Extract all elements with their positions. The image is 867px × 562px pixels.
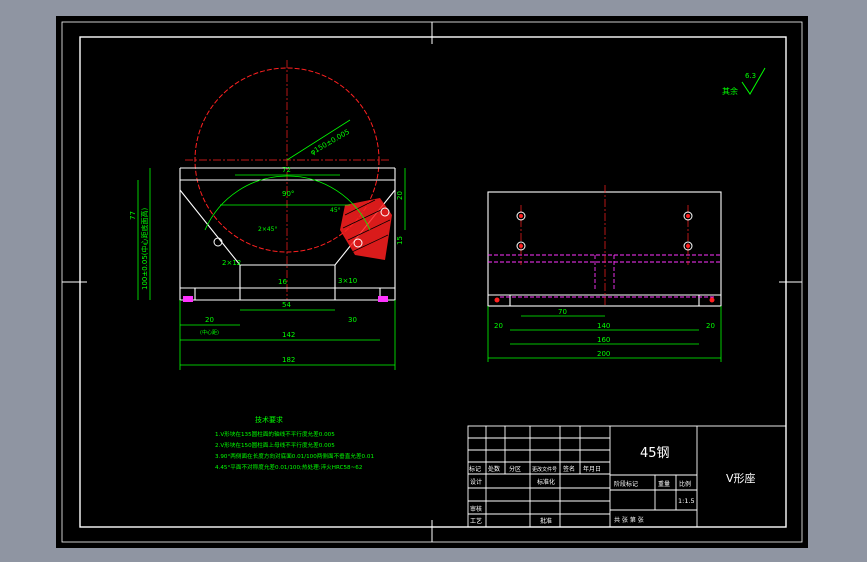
label-mass: 重量 [658,480,670,488]
rev-header-docno: 更改文件号 [532,466,557,473]
dim-30: 30 [348,316,357,324]
dim-inner-width: 142 [282,331,295,339]
dim-3x10: 3×10 [338,277,357,285]
part-name: V形座 [726,471,756,485]
dim-overall-width: 182 [282,356,295,364]
rev-header-zone: 分区 [509,465,521,473]
drawing-sheet [56,16,808,548]
side-dim-left: 20 [494,322,503,330]
rev-header-count: 处数 [488,465,500,473]
dim-height-77: 77 [129,211,137,220]
dim-20-bottom: 20 [205,316,214,324]
label-stage: 阶段标记 [614,480,638,488]
tech-title: 技术要求 [255,415,283,424]
tech-item-1: 1.V形块在135圆柱面的轴线不平行度允差0.005 [215,430,335,438]
label-review: 审核 [470,505,482,513]
side-dim-overall: 200 [597,350,610,358]
label-standard: 标准化 [537,478,555,486]
dim-2x12: 2×12 [222,259,241,267]
label-approve: 批准 [540,517,552,525]
roughness-label: 其余 [722,86,738,96]
dim-20: 20 [396,191,404,200]
tech-item-4: 4.45°平面不对称度允差0.01/100;热处理:淬火HRC58~62 [215,463,362,471]
dim-chamfer: 45° [330,207,341,214]
label-design: 设计 [470,478,482,486]
side-dim-offset: 70 [558,308,567,316]
dim-54: 54 [282,301,291,309]
material-name: 45钢 [640,446,670,461]
dim-radius: 2×45° [258,226,277,233]
label-scale: 比例 [679,480,691,488]
side-dim-right: 20 [706,322,715,330]
dim-top-width: 72 [282,166,291,174]
scale-value: 1:1.5 [678,497,695,505]
dim-angle-90: 90° [282,190,294,198]
dim-height-100: 100±0.05(中心距底面高) [140,207,149,290]
rev-header-sign: 签名 [563,465,575,473]
tech-item-2: 2.V形块在150圆柱面上母线不平行度允差0.005 [215,441,335,449]
label-process: 工艺 [470,517,482,525]
dim-center-note: (中心距) [200,329,219,336]
dim-16: 16 [278,278,287,286]
side-dim-mid: 140 [597,322,610,330]
cad-drawing-canvas[interactable]: 182 142 72 100±0.05(中心距底面高) 77 90° φ150±… [0,0,867,562]
roughness-value: 6.3 [745,72,756,80]
rev-header-date: 年月日 [583,465,601,473]
tech-item-3: 3.90°两侧面在长度方向对底面0.01/100两侧面不垂直允差0.01 [215,452,374,460]
side-dim-inner: 160 [597,336,610,344]
sheet-count: 共 张 第 张 [614,516,644,524]
dim-15: 15 [396,236,404,245]
rev-header-mark: 标记 [469,465,481,473]
